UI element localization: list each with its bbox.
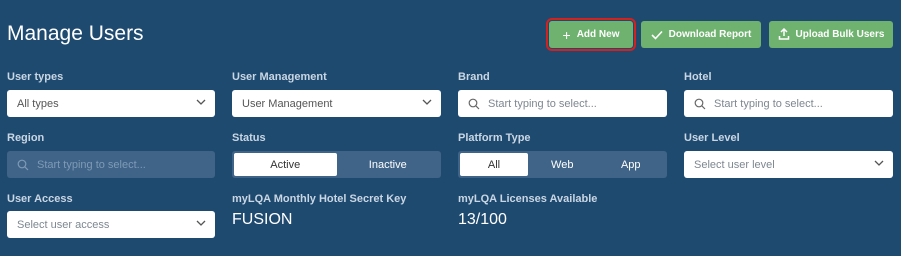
add-new-label: Add New [576, 29, 620, 40]
status-option-active[interactable]: Active [234, 153, 337, 176]
plus-icon: + [562, 26, 571, 43]
search-icon [468, 98, 480, 109]
brand-search-input[interactable]: Start typing to select... [458, 90, 667, 117]
chevron-down-icon [196, 99, 206, 105]
user-access-label: User Access [7, 193, 73, 205]
region-label: Region [7, 132, 45, 144]
page-title: Manage Users [7, 22, 144, 45]
brand-label: Brand [458, 71, 490, 83]
hotel-placeholder: Start typing to select... [714, 97, 823, 110]
region-search-input[interactable]: Start typing to select... [7, 151, 215, 178]
chevron-down-icon [422, 99, 432, 105]
download-report-button[interactable]: Download Report [641, 21, 761, 48]
search-icon [17, 159, 29, 170]
chevron-down-icon [196, 220, 206, 226]
user-level-placeholder: Select user level [694, 158, 775, 171]
user-level-select[interactable]: Select user level [684, 151, 893, 178]
platform-type-toggle[interactable]: All Web App [458, 151, 667, 178]
add-new-button[interactable]: + Add New [546, 18, 636, 51]
user-types-select[interactable]: All types [7, 90, 215, 117]
upload-bulk-users-label: Upload Bulk Users [795, 29, 885, 40]
upload-bulk-users-button[interactable]: Upload Bulk Users [769, 21, 893, 48]
licenses-label: myLQA Licenses Available [458, 193, 598, 205]
download-report-label: Download Report [668, 29, 752, 40]
licenses-value: 13/100 [458, 211, 507, 228]
upload-icon [778, 27, 790, 42]
platform-option-app[interactable]: App [597, 153, 666, 176]
platform-option-all[interactable]: All [460, 153, 528, 176]
status-toggle[interactable]: Active Inactive [232, 151, 441, 178]
platform-type-label: Platform Type [458, 132, 531, 144]
status-label: Status [232, 132, 266, 144]
user-access-select[interactable]: Select user access [7, 211, 215, 238]
user-management-select[interactable]: User Management [232, 90, 441, 117]
search-icon [694, 98, 706, 109]
chevron-down-icon [874, 160, 884, 166]
hotel-label: Hotel [684, 71, 712, 83]
platform-option-web[interactable]: Web [528, 153, 597, 176]
user-management-label: User Management [232, 71, 327, 83]
hotel-search-input[interactable]: Start typing to select... [684, 90, 893, 117]
user-types-label: User types [7, 71, 64, 83]
secret-key-label: myLQA Monthly Hotel Secret Key [232, 193, 407, 205]
status-option-inactive[interactable]: Inactive [337, 153, 440, 176]
user-types-value: All types [17, 97, 59, 110]
user-level-label: User Level [684, 132, 740, 144]
region-placeholder: Start typing to select... [37, 158, 146, 171]
user-access-placeholder: Select user access [17, 218, 110, 231]
check-icon [651, 28, 663, 42]
secret-key-value: FUSION [232, 211, 293, 228]
user-management-value: User Management [242, 97, 333, 110]
manage-users-panel: Manage Users + Add New Download Report U… [0, 0, 901, 256]
brand-placeholder: Start typing to select... [488, 97, 597, 110]
